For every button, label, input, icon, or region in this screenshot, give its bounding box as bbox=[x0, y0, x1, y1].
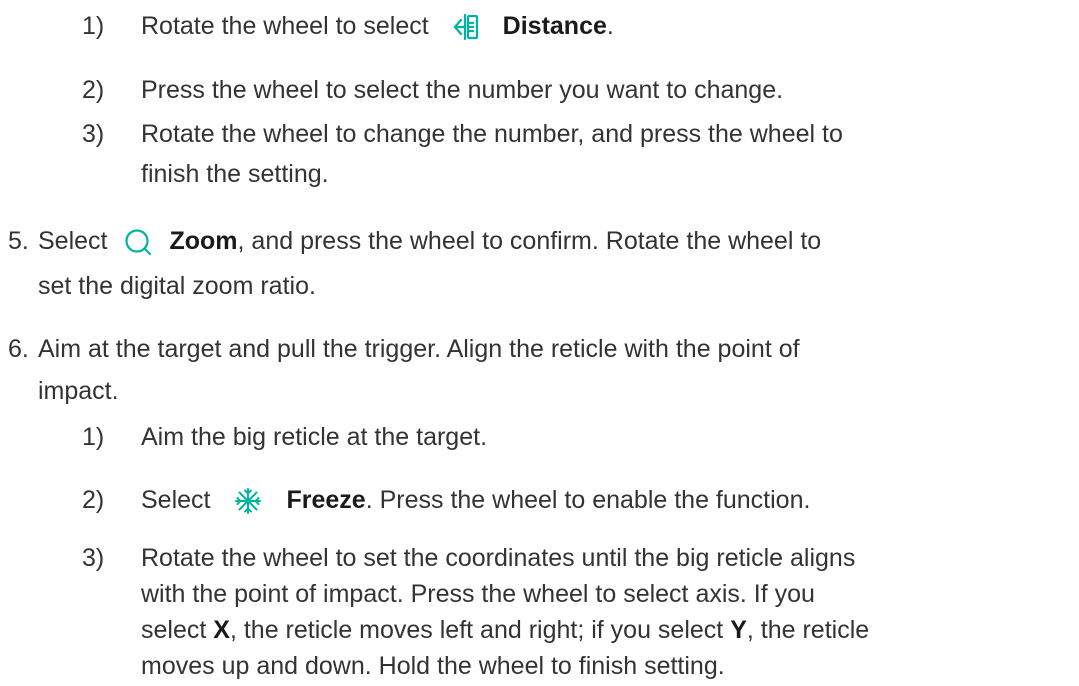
text: Aim the big reticle at the target. bbox=[141, 423, 488, 451]
text: Aim at the target and pull the trigger. … bbox=[38, 335, 800, 363]
text: Press the wheel to select the number you… bbox=[141, 76, 784, 104]
text: Select bbox=[141, 486, 211, 514]
text: Select bbox=[38, 227, 108, 255]
zoom-label: Zoom bbox=[169, 227, 238, 255]
text: . Press the wheel to enable the function… bbox=[365, 486, 811, 514]
list-number: 3) bbox=[82, 120, 105, 148]
text: . bbox=[606, 12, 614, 40]
text: Rotate the wheel to select bbox=[141, 12, 429, 40]
distance-icon bbox=[453, 12, 479, 42]
text: Rotate the wheel to change the number, a… bbox=[141, 120, 843, 148]
distance-label: Distance bbox=[502, 12, 607, 40]
text: , the reticle bbox=[746, 616, 870, 644]
freeze-label: Freeze bbox=[286, 486, 366, 514]
axis-y-label: Y bbox=[730, 616, 747, 644]
list-number: 1) bbox=[82, 423, 105, 451]
axis-x-label: X bbox=[213, 616, 230, 644]
text: finish the setting. bbox=[141, 160, 329, 188]
zoom-icon bbox=[123, 227, 153, 257]
list-number: 2) bbox=[82, 486, 105, 514]
text: , and press the wheel to confirm. Rotate… bbox=[237, 227, 822, 255]
list-number: 3) bbox=[82, 544, 105, 572]
list-number: 5. bbox=[8, 227, 29, 255]
text: with the point of impact. Press the whee… bbox=[141, 580, 815, 608]
list-number: 6. bbox=[8, 335, 29, 363]
list-number: 2) bbox=[82, 76, 105, 104]
text: impact. bbox=[38, 377, 119, 405]
freeze-icon bbox=[234, 487, 262, 515]
text: Rotate the wheel to set the coordinates … bbox=[141, 544, 856, 572]
text: moves up and down. Hold the wheel to fin… bbox=[141, 652, 725, 680]
text: , the reticle moves left and right; if y… bbox=[229, 616, 731, 644]
list-number: 1) bbox=[82, 12, 105, 40]
text: set the digital zoom ratio. bbox=[38, 272, 316, 300]
text: select bbox=[141, 616, 214, 644]
